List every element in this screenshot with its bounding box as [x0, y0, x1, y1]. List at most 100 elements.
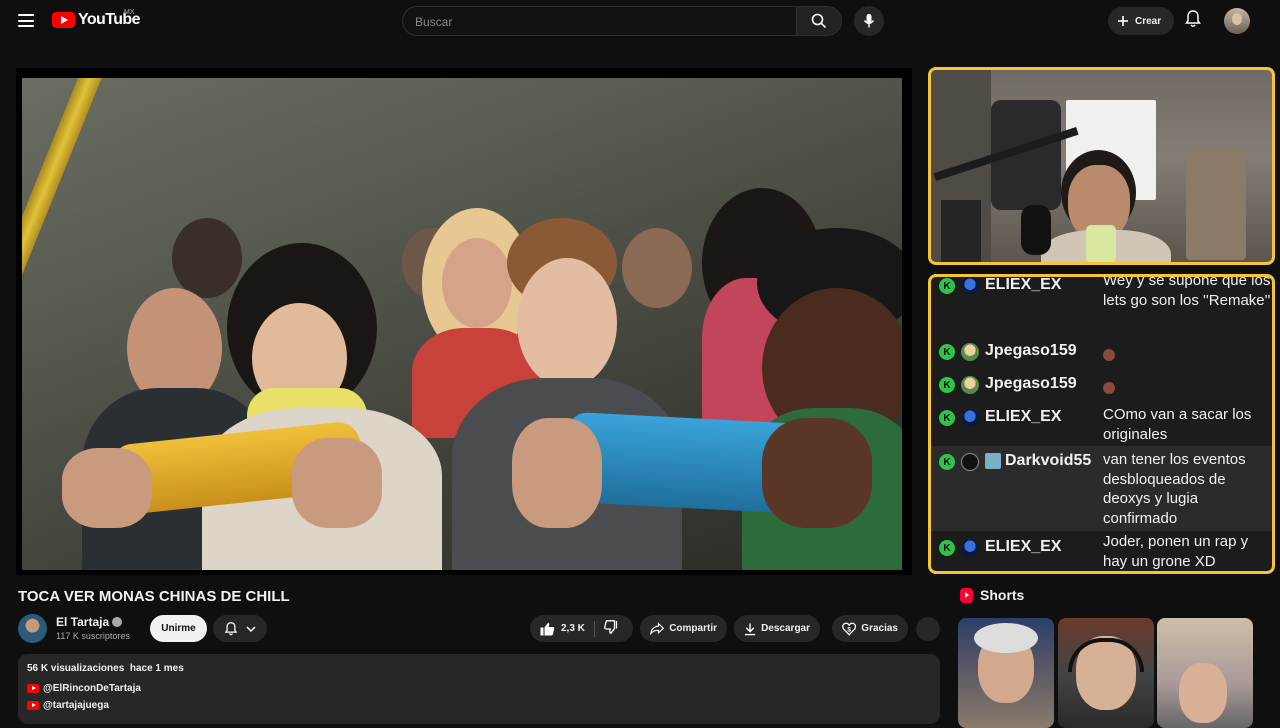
hand: [62, 448, 152, 528]
shorts-icon: [960, 587, 973, 603]
more-actions-button[interactable]: [916, 617, 940, 641]
like-count: 2,3 K: [561, 623, 585, 634]
kick-badge-icon: K: [939, 278, 955, 294]
top-bar: YouTube MX Buscar Crear: [0, 0, 1280, 42]
share-button[interactable]: Compartir: [640, 615, 727, 642]
download-label: Descargar: [761, 623, 810, 634]
view-count: 56 K visualizaciones: [27, 663, 125, 674]
menu-icon[interactable]: [18, 14, 34, 27]
chat-text: van tener los eventos desbloqueados de d…: [1103, 451, 1246, 527]
person-figure: [172, 218, 242, 298]
chat-username: ELIEX_EX: [985, 276, 1062, 293]
shorts-title: Shorts: [980, 587, 1025, 603]
description-meta: 56 K visualizaciones hace 1 mes: [27, 663, 184, 674]
kick-badge-icon: K: [939, 540, 955, 556]
microphone: [1021, 205, 1051, 255]
download-button[interactable]: Descargar: [734, 615, 820, 642]
channel-avatar[interactable]: [18, 614, 47, 643]
short-face: [1179, 663, 1227, 723]
hand: [512, 418, 602, 528]
chat-username: Jpegaso159: [985, 342, 1077, 359]
plus-icon: [1118, 16, 1128, 26]
user-icon: [961, 453, 979, 471]
chat-username: ELIEX_EX: [985, 408, 1062, 425]
webcam-overlay: [928, 67, 1275, 265]
chat-emote: [1103, 347, 1271, 367]
short-hair: [974, 623, 1038, 653]
kick-badge-icon: K: [939, 377, 955, 393]
person-figure: [622, 228, 692, 308]
cat-tree: [1186, 150, 1246, 260]
chat-message: K ELIEX_EX Wey y se supone que los lets …: [931, 274, 1272, 340]
video-title: TOCA VER MONAS CHINAS DE CHILL: [18, 588, 290, 605]
chat-text: COmo van a sacar los originales: [1103, 406, 1252, 443]
bell-icon: [1185, 10, 1201, 27]
drink-cup: [1086, 225, 1116, 262]
search-button[interactable]: [796, 6, 842, 36]
divider: [593, 620, 595, 637]
thanks-button[interactable]: $ Gracias: [832, 615, 908, 642]
chat-username: Darkvoid55: [1005, 452, 1092, 469]
chat-username: Jpegaso159: [985, 375, 1077, 392]
join-button[interactable]: Unirme: [150, 615, 207, 642]
emote-icon: [1103, 382, 1115, 394]
channel-link-text: @tartajajuega: [43, 700, 109, 711]
thumbs-up-icon: [540, 622, 555, 635]
chat-message: K ELIEX_EX COmo van a sacar los original…: [931, 406, 1272, 446]
voice-search-button[interactable]: [854, 6, 884, 36]
channel-link-text: @ElRinconDeTartaja: [43, 683, 141, 694]
notification-toggle-button[interactable]: [213, 615, 267, 642]
description-box[interactable]: 56 K visualizaciones hace 1 mes @ElRinco…: [18, 654, 940, 724]
create-button[interactable]: Crear: [1108, 7, 1174, 35]
chat-text: Wey y se supone que los lets go son los …: [1103, 274, 1271, 309]
notifications-button[interactable]: [1184, 9, 1202, 34]
thumbs-down-icon: [604, 620, 618, 634]
video-frame: [22, 78, 902, 570]
hand: [762, 418, 872, 528]
share-icon: [650, 622, 665, 635]
pc-case: [941, 200, 981, 262]
chat-text: Joder, ponen un rap y hay un grone XD: [1103, 533, 1249, 570]
youtube-play-icon: [52, 12, 75, 28]
subscriber-count: 117 K suscriptores: [56, 631, 130, 641]
video-player[interactable]: [16, 68, 912, 575]
svg-text:$: $: [847, 626, 851, 633]
blue-mask-icon: [961, 277, 979, 295]
bell-icon: [224, 621, 238, 635]
shorts-header: Shorts: [960, 587, 1024, 603]
kick-badge-icon: K: [939, 344, 955, 360]
upload-date: hace 1 mes: [129, 663, 184, 674]
chat-message: K ELIEX_EX Joder, ponen un rap y hay un …: [931, 531, 1272, 571]
channel-name-text: El Tartaja: [56, 615, 110, 629]
channel-link[interactable]: @ElRinconDeTartaja: [27, 683, 141, 694]
kick-badge-icon: K: [939, 410, 955, 426]
verified-icon: [112, 617, 123, 627]
stream-chat: K ELIEX_EX Wey y se supone que los lets …: [928, 274, 1275, 574]
short-thumbnail[interactable]: [1058, 618, 1154, 728]
search-icon: [811, 13, 827, 29]
chat-message: K Jpegaso159: [931, 373, 1272, 406]
search-input[interactable]: Buscar: [402, 6, 796, 36]
hand: [292, 438, 382, 528]
yellow-pole: [22, 78, 107, 456]
emote-icon: [1103, 349, 1115, 361]
blue-mask-icon: [961, 539, 979, 557]
short-headphones: [1068, 638, 1144, 672]
person-figure: [442, 238, 512, 328]
channel-link[interactable]: @tartajajuega: [27, 700, 109, 711]
like-dislike-group: 2,3 K: [530, 615, 633, 642]
short-thumbnail[interactable]: [1157, 618, 1253, 728]
like-button[interactable]: 2,3 K: [540, 622, 585, 636]
person-figure: [517, 258, 617, 388]
chat-message: K Jpegaso159: [931, 340, 1272, 373]
kick-badge-icon: K: [939, 454, 955, 470]
account-avatar[interactable]: [1224, 8, 1250, 34]
create-label: Crear: [1135, 15, 1162, 27]
short-thumbnail[interactable]: [958, 618, 1054, 728]
microphone-icon: [863, 14, 875, 28]
chat-message: K Darkvoid55 van tener los eventos desbl…: [931, 446, 1272, 531]
share-label: Compartir: [669, 623, 717, 634]
channel-name[interactable]: El Tartaja: [56, 615, 123, 629]
dislike-button[interactable]: [604, 620, 619, 637]
chevron-down-icon: [246, 625, 256, 632]
